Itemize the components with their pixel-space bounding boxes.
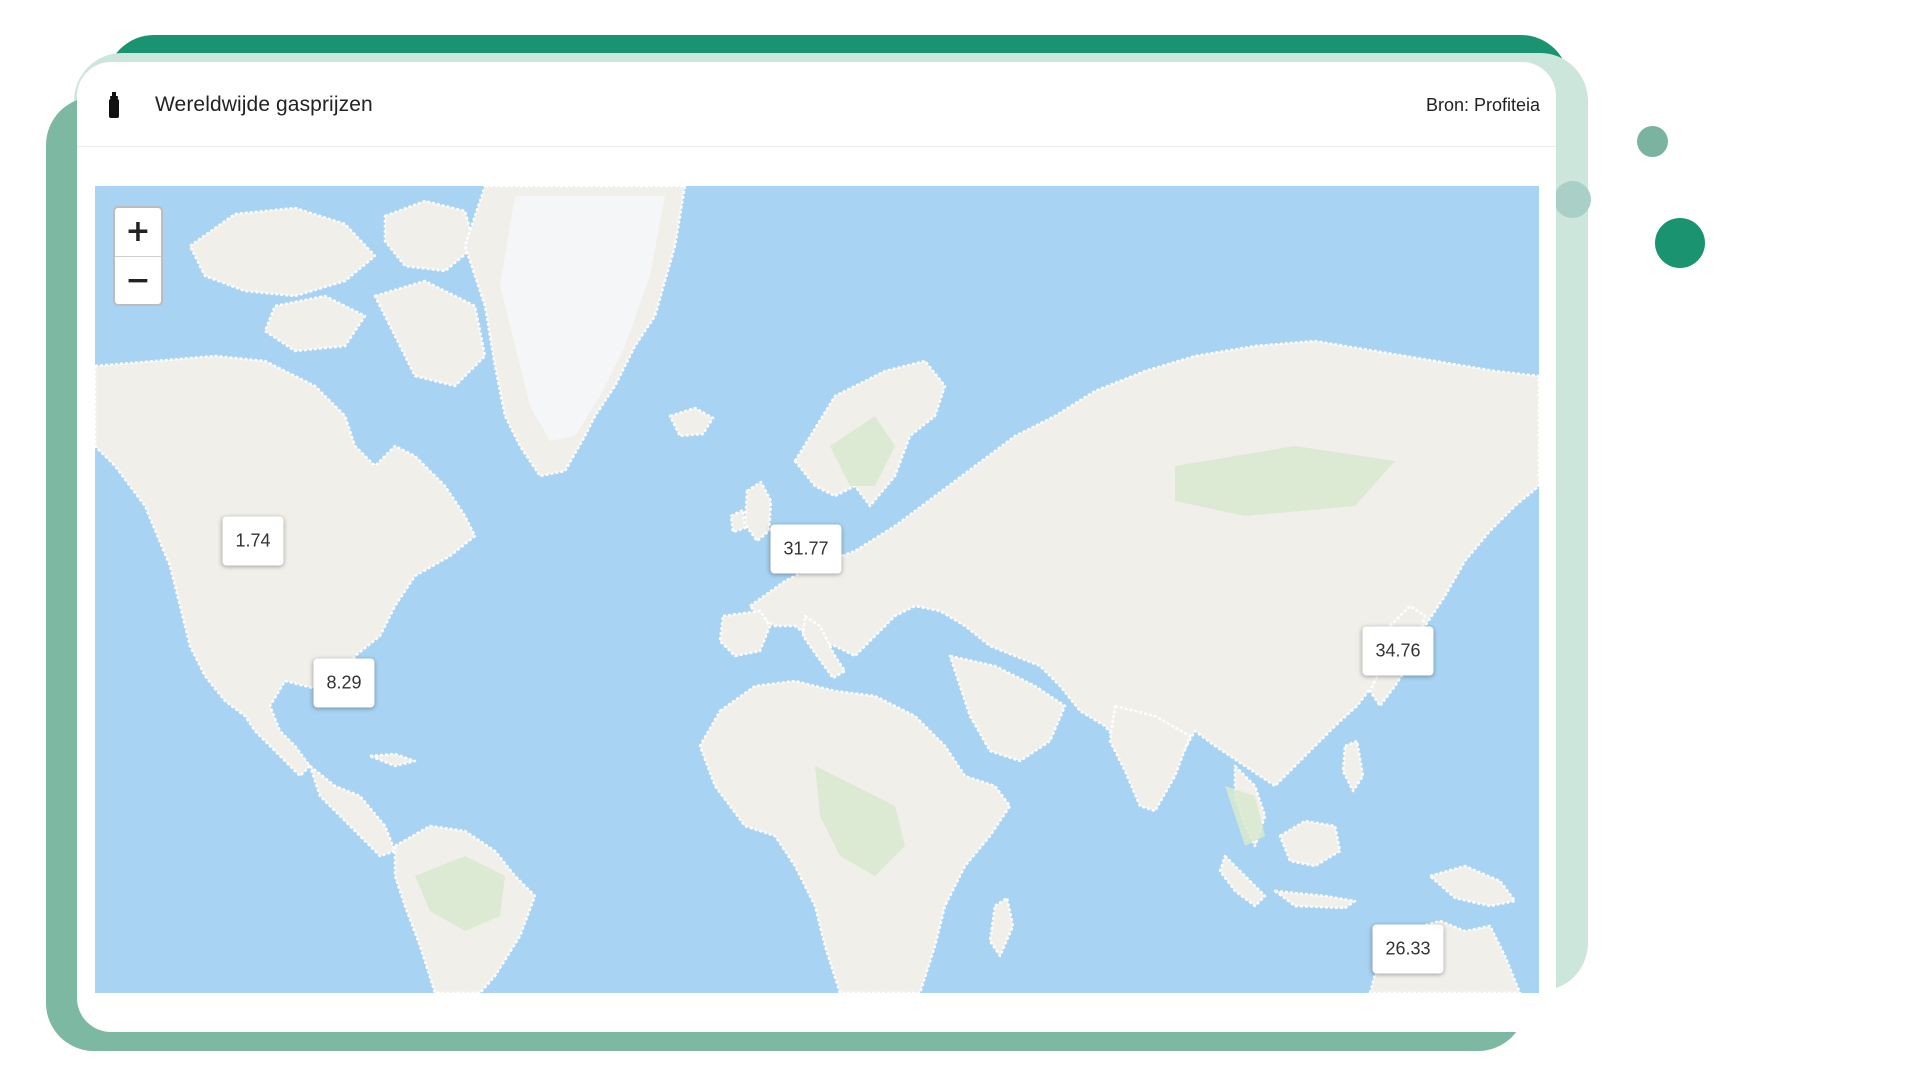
decorative-dot — [1554, 181, 1591, 218]
price-marker-canada[interactable]: 1.74 — [222, 516, 284, 566]
map-land-layer — [95, 186, 1539, 993]
zoom-in-button[interactable]: + — [115, 208, 161, 257]
price-marker-australia[interactable]: 26.33 — [1372, 924, 1444, 974]
price-marker-europe[interactable]: 31.77 — [770, 524, 842, 574]
price-marker-mexico[interactable]: 8.29 — [313, 658, 375, 708]
card-header: Wereldwijde gasprijzen Bron: Profiteia — [77, 62, 1556, 147]
zoom-control: + − — [113, 206, 163, 306]
page-title: Wereldwijde gasprijzen — [155, 93, 373, 116]
zoom-out-button[interactable]: − — [115, 257, 161, 304]
world-map[interactable]: + − 1.74 8.29 31.77 34.76 26.33 — [95, 186, 1539, 993]
decorative-dot — [1637, 126, 1668, 157]
price-marker-japan[interactable]: 34.76 — [1362, 626, 1434, 676]
decorative-dot — [1655, 218, 1705, 268]
map-card: Wereldwijde gasprijzen Bron: Profiteia +… — [77, 62, 1556, 1032]
gas-bottle-icon — [109, 92, 119, 118]
source-label: Bron: Profiteia — [1425, 95, 1540, 115]
